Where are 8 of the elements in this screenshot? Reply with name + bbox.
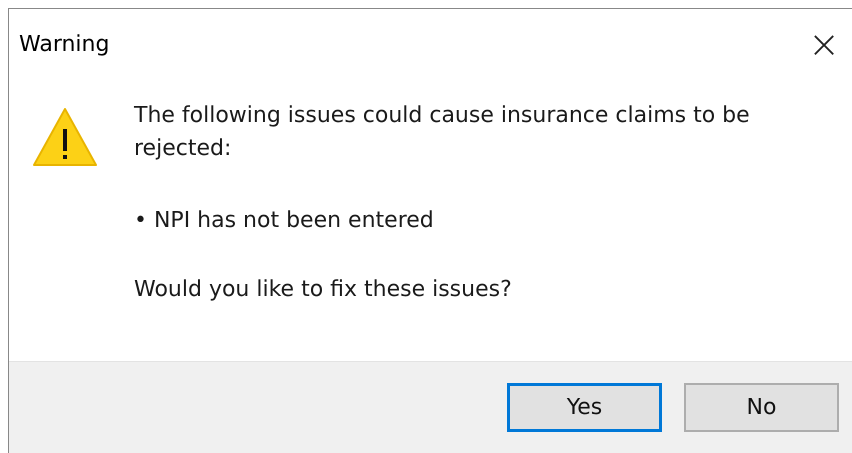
- issue-item: • NPI has not been entered: [134, 207, 435, 235]
- close-button[interactable]: ×: [796, 25, 852, 63]
- dialog-button[interactable]: No: [684, 383, 839, 432]
- message-text: The following issues could cause insurance claims to be rejected:: [134, 102, 751, 163]
- dialog-button[interactable]: Yes: [507, 383, 662, 432]
- question-text: Would you like to fix these issues?: [134, 276, 513, 304]
- window-title: Warning: [19, 32, 110, 56]
- warning-icon: [32, 107, 98, 167]
